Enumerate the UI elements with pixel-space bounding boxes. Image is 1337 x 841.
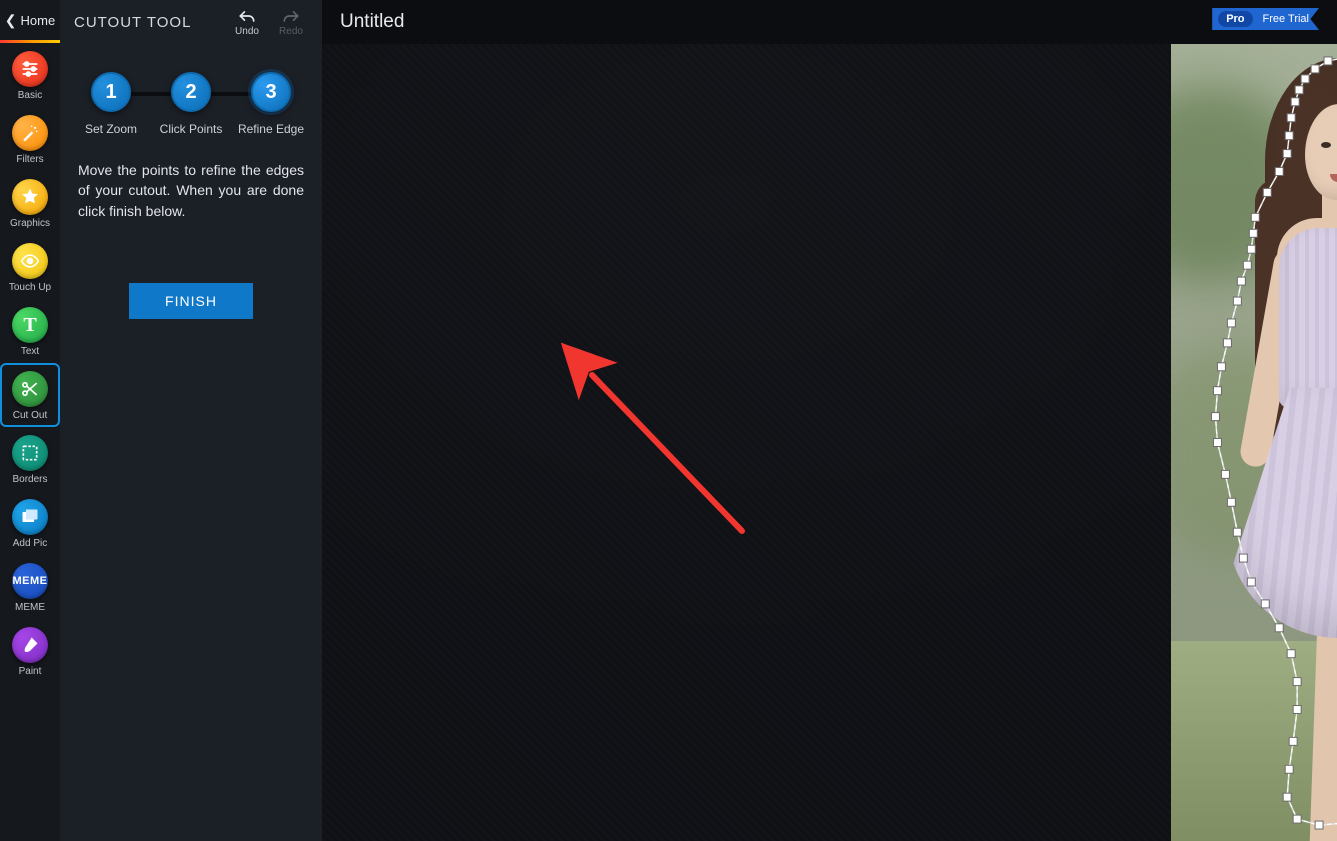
selection-handle[interactable]	[1221, 470, 1229, 478]
rail-item-borders[interactable]: Borders	[0, 427, 60, 491]
selection-handle[interactable]	[1223, 339, 1231, 347]
selection-handle[interactable]	[1324, 57, 1332, 65]
selection-handle[interactable]	[1275, 624, 1283, 632]
selection-handle[interactable]	[1213, 439, 1221, 447]
step-2[interactable]: 2 Click Points	[156, 72, 226, 136]
rail-item-paint[interactable]: Paint	[0, 619, 60, 683]
panel-description: Move the points to refine the edges of y…	[78, 160, 304, 221]
selection-handle[interactable]	[1315, 821, 1323, 829]
step-label: Set Zoom	[85, 122, 137, 136]
document-title: Untitled	[340, 11, 404, 33]
rail-label: Cut Out	[13, 410, 47, 421]
selection-handle[interactable]	[1261, 600, 1269, 608]
undo-label: Undo	[235, 26, 259, 37]
tool-rail: ❮ Home Basic Filters Graphics	[0, 0, 60, 841]
step-label: Refine Edge	[238, 122, 304, 136]
rail-label: Paint	[19, 666, 42, 677]
free-trial-label: Free Trial	[1263, 13, 1309, 25]
rail-label: MEME	[15, 602, 45, 613]
rail-label: Graphics	[10, 218, 50, 229]
finish-button[interactable]: FINISH	[129, 283, 253, 319]
photos-icon	[12, 499, 48, 535]
selection-handle[interactable]	[1293, 706, 1301, 714]
cutout-selection[interactable]	[1171, 44, 1337, 841]
selection-handle[interactable]	[1287, 650, 1295, 658]
chevron-left-icon: ❮	[5, 12, 17, 29]
step-3[interactable]: 3 Refine Edge	[236, 72, 306, 136]
rail-item-addpic[interactable]: Add Pic	[0, 491, 60, 555]
canvas[interactable]	[322, 44, 1337, 841]
rail-item-filters[interactable]: Filters	[0, 107, 60, 171]
selection-handle[interactable]	[1249, 229, 1257, 237]
selection-handle[interactable]	[1237, 277, 1245, 285]
selection-handle[interactable]	[1243, 261, 1251, 269]
document-area: Untitled Pro Free Trial	[322, 0, 1337, 841]
eye-icon	[12, 243, 48, 279]
selection-handle[interactable]	[1285, 765, 1293, 773]
redo-button[interactable]: Redo	[274, 8, 308, 37]
brush-icon	[12, 627, 48, 663]
selection-handle[interactable]	[1247, 578, 1255, 586]
wand-icon	[12, 115, 48, 151]
selection-handle[interactable]	[1227, 319, 1235, 327]
selection-handle[interactable]	[1239, 554, 1247, 562]
selection-handle[interactable]	[1233, 297, 1241, 305]
selection-handle[interactable]	[1291, 98, 1299, 106]
star-icon	[12, 179, 48, 215]
rail-label: Touch Up	[9, 282, 51, 293]
selection-handle[interactable]	[1217, 363, 1225, 371]
undo-button[interactable]: Undo	[230, 8, 264, 37]
sliders-icon	[12, 51, 48, 87]
selection-handle[interactable]	[1293, 678, 1301, 686]
rail-item-basic[interactable]: Basic	[0, 43, 60, 107]
selection-handle[interactable]	[1233, 528, 1241, 536]
selection-handle[interactable]	[1275, 168, 1283, 176]
rail-label: Borders	[12, 474, 47, 485]
home-label: Home	[21, 13, 56, 28]
selection-handle[interactable]	[1227, 498, 1235, 506]
rail-item-text[interactable]: T Text	[0, 299, 60, 363]
rail-item-touchup[interactable]: Touch Up	[0, 235, 60, 299]
rail-item-meme[interactable]: MEME MEME	[0, 555, 60, 619]
step-bubble: 1	[91, 72, 131, 112]
pro-tag: Pro	[1218, 11, 1252, 27]
selection-handle[interactable]	[1287, 114, 1295, 122]
selection-handle[interactable]	[1285, 132, 1293, 140]
free-trial-badge[interactable]: Pro Free Trial	[1212, 8, 1319, 30]
rail-label: Basic	[18, 90, 42, 101]
home-button[interactable]: ❮ Home	[0, 0, 60, 40]
frame-icon	[12, 435, 48, 471]
selection-handle[interactable]	[1251, 213, 1259, 221]
meme-icon: MEME	[12, 563, 48, 599]
step-indicator: 1 Set Zoom 2 Click Points 3 Refine Edge	[60, 44, 322, 140]
text-icon: T	[12, 307, 48, 343]
selection-handle[interactable]	[1289, 737, 1297, 745]
rail-item-cutout[interactable]: Cut Out	[0, 363, 60, 427]
panel-title: CUTOUT TOOL	[74, 14, 220, 31]
edited-photo	[1171, 44, 1337, 841]
step-label: Click Points	[160, 122, 223, 136]
redo-label: Redo	[279, 26, 303, 37]
rail-label: Add Pic	[13, 538, 47, 549]
rail-label: Filters	[16, 154, 43, 165]
selection-handle[interactable]	[1211, 413, 1219, 421]
selection-handle[interactable]	[1311, 65, 1319, 73]
selection-handle[interactable]	[1293, 815, 1301, 823]
rail-item-graphics[interactable]: Graphics	[0, 171, 60, 235]
tool-panel: CUTOUT TOOL Undo Redo 1 Set Zoom 2 Click…	[60, 0, 322, 841]
rail-label: Text	[21, 346, 39, 357]
scissors-icon	[12, 371, 48, 407]
selection-handle[interactable]	[1301, 75, 1309, 83]
selection-handle[interactable]	[1213, 387, 1221, 395]
selection-handle[interactable]	[1295, 86, 1303, 94]
annotation-arrow	[584, 369, 764, 554]
selection-handle[interactable]	[1283, 793, 1291, 801]
step-bubble: 3	[251, 72, 291, 112]
selection-handle[interactable]	[1263, 188, 1271, 196]
step-1[interactable]: 1 Set Zoom	[76, 72, 146, 136]
selection-handle[interactable]	[1247, 245, 1255, 253]
step-bubble: 2	[171, 72, 211, 112]
selection-handle[interactable]	[1283, 150, 1291, 158]
